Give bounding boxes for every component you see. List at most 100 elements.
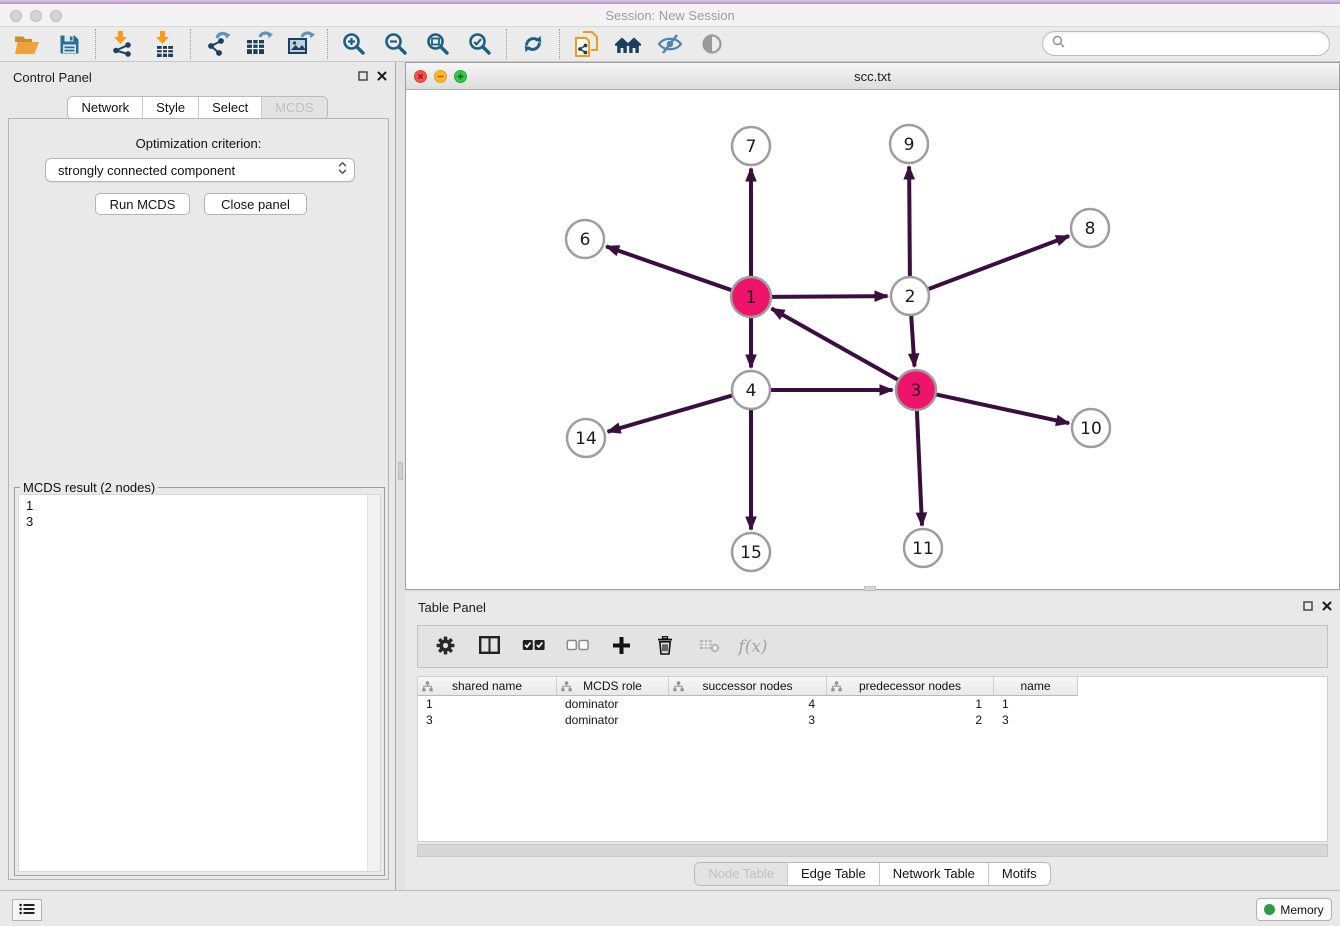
search-box[interactable] bbox=[1042, 31, 1330, 56]
memory-button[interactable]: Memory bbox=[1256, 898, 1332, 921]
zoom-out-icon bbox=[384, 32, 408, 56]
deselect-checkboxes-button[interactable] bbox=[560, 630, 594, 664]
tab-node-table[interactable]: Node Table bbox=[695, 863, 787, 885]
graph-node-14[interactable]: 14 bbox=[567, 419, 605, 457]
graph-edge-1-2[interactable] bbox=[772, 296, 888, 297]
graph-edge-3-10[interactable] bbox=[936, 394, 1069, 423]
zoom-selected-button[interactable] bbox=[459, 28, 501, 60]
tab-network-table[interactable]: Network Table bbox=[879, 863, 988, 885]
graph-edge-3-11[interactable] bbox=[917, 411, 922, 526]
close-panel-icon[interactable] bbox=[1322, 601, 1332, 611]
float-panel-icon[interactable] bbox=[358, 71, 368, 81]
close-panel-button[interactable]: Close panel bbox=[204, 193, 307, 215]
graph-edge-4-14[interactable] bbox=[608, 395, 733, 431]
table-cell[interactable]: 3 bbox=[994, 712, 1078, 728]
add-column-button[interactable] bbox=[604, 630, 638, 664]
tab-mcds[interactable]: MCDS bbox=[261, 97, 326, 119]
bottom-splitter-grip[interactable] bbox=[864, 586, 876, 591]
network-canvas[interactable]: 7 9 6 8 1 2 4 3 14 10 15 11 bbox=[406, 90, 1339, 589]
graph-node-4[interactable]: 4 bbox=[732, 371, 770, 409]
column-header-name[interactable]: name bbox=[994, 677, 1078, 696]
table-scrollbar-track[interactable] bbox=[417, 844, 1328, 857]
export-table-icon bbox=[246, 31, 273, 57]
close-panel-icon[interactable] bbox=[377, 71, 387, 81]
column-header-mcds-role[interactable]: MCDS role bbox=[557, 677, 669, 696]
table-row[interactable]: 1dominator411 bbox=[418, 696, 1327, 712]
graph-node-2[interactable]: 2 bbox=[891, 277, 929, 315]
table-cell[interactable]: dominator bbox=[557, 696, 669, 712]
graph-edge-2-3[interactable] bbox=[911, 316, 914, 367]
settings-gear-icon bbox=[436, 636, 455, 658]
import-network-button[interactable] bbox=[101, 28, 143, 60]
task-history-button[interactable] bbox=[12, 899, 42, 921]
toolbar-separator bbox=[327, 29, 328, 59]
table-cell[interactable]: 2 bbox=[827, 712, 994, 728]
clone-network-button[interactable] bbox=[565, 28, 607, 60]
run-mcds-button[interactable]: Run MCDS bbox=[95, 193, 190, 215]
control-panel-title: Control Panel bbox=[13, 70, 92, 85]
search-input[interactable] bbox=[1070, 34, 1329, 54]
export-network-button[interactable] bbox=[196, 28, 238, 60]
graph-node-1[interactable]: 1 bbox=[731, 277, 771, 317]
show-eye-button[interactable] bbox=[691, 28, 733, 60]
table-cell[interactable]: 3 bbox=[669, 712, 827, 728]
export-image-button[interactable] bbox=[280, 28, 322, 60]
splitter-grip[interactable] bbox=[398, 462, 403, 480]
graph-node-8[interactable]: 8 bbox=[1071, 209, 1109, 247]
export-table-button[interactable] bbox=[238, 28, 280, 60]
column-header-predecessor-nodes[interactable]: predecessor nodes bbox=[827, 677, 994, 696]
mcds-panel: Optimization criterion: strongly connect… bbox=[8, 118, 389, 880]
table-cell[interactable]: dominator bbox=[557, 712, 669, 728]
table-cell[interactable]: 1 bbox=[827, 696, 994, 712]
mcds-result-list[interactable]: 13 bbox=[18, 494, 381, 872]
save-session-button[interactable] bbox=[48, 28, 90, 60]
tab-select[interactable]: Select bbox=[198, 97, 261, 119]
zoom-out-button[interactable] bbox=[375, 28, 417, 60]
table-cell[interactable]: 4 bbox=[669, 696, 827, 712]
graph-edge-2-8[interactable] bbox=[928, 236, 1069, 289]
open-session-button[interactable] bbox=[6, 28, 48, 60]
select-all-checkboxes-button[interactable] bbox=[516, 630, 550, 664]
graph-edge-2-9[interactable] bbox=[909, 167, 910, 277]
apply-layout-button[interactable] bbox=[512, 28, 554, 60]
panel-splitter[interactable] bbox=[397, 62, 405, 890]
tab-style[interactable]: Style bbox=[142, 97, 198, 119]
home-button[interactable] bbox=[607, 28, 649, 60]
optimization-criterion-select[interactable]: strongly connected component bbox=[45, 158, 355, 182]
hide-eye-button[interactable] bbox=[649, 28, 691, 60]
graph-node-3[interactable]: 3 bbox=[896, 370, 936, 410]
main-toolbar bbox=[0, 27, 1340, 62]
settings-gear-button[interactable] bbox=[428, 630, 462, 664]
graph-node-11[interactable]: 11 bbox=[904, 529, 942, 567]
result-scrollbar[interactable] bbox=[367, 495, 380, 871]
delete-column-button[interactable] bbox=[648, 630, 682, 664]
tab-motifs[interactable]: Motifs bbox=[988, 863, 1050, 885]
tab-edge-table[interactable]: Edge Table bbox=[787, 863, 879, 885]
table-row[interactable]: 3dominator323 bbox=[418, 712, 1327, 728]
graph-node-7[interactable]: 7 bbox=[732, 127, 770, 165]
column-header-successor-nodes[interactable]: successor nodes bbox=[669, 677, 827, 696]
table-cell[interactable]: 1 bbox=[418, 696, 557, 712]
table-cell[interactable]: 1 bbox=[994, 696, 1078, 712]
column-view-button[interactable] bbox=[472, 630, 506, 664]
graph-node-9[interactable]: 9 bbox=[890, 125, 928, 163]
graph-node-10[interactable]: 10 bbox=[1072, 409, 1110, 447]
import-table-icon bbox=[151, 31, 177, 57]
node-label: 10 bbox=[1080, 419, 1102, 439]
graph-node-15[interactable]: 15 bbox=[732, 533, 770, 571]
table-cell[interactable]: 3 bbox=[418, 712, 557, 728]
tab-network[interactable]: Network bbox=[68, 97, 142, 119]
zoom-fit-button[interactable] bbox=[417, 28, 459, 60]
node-label: 8 bbox=[1085, 219, 1096, 239]
network-window-titlebar[interactable]: scc.txt bbox=[406, 63, 1339, 90]
function-builder-button: f(x) bbox=[736, 630, 770, 664]
zoom-in-button[interactable] bbox=[333, 28, 375, 60]
import-table-button[interactable] bbox=[143, 28, 185, 60]
toolbar-separator bbox=[95, 29, 96, 59]
float-panel-icon[interactable] bbox=[1303, 601, 1313, 611]
graph-edge-3-1[interactable] bbox=[772, 309, 899, 380]
optimization-criterion-value: strongly connected component bbox=[58, 163, 337, 178]
column-header-shared-name[interactable]: shared name bbox=[418, 677, 557, 696]
graph-edge-1-6[interactable] bbox=[606, 246, 731, 290]
graph-node-6[interactable]: 6 bbox=[566, 220, 604, 258]
